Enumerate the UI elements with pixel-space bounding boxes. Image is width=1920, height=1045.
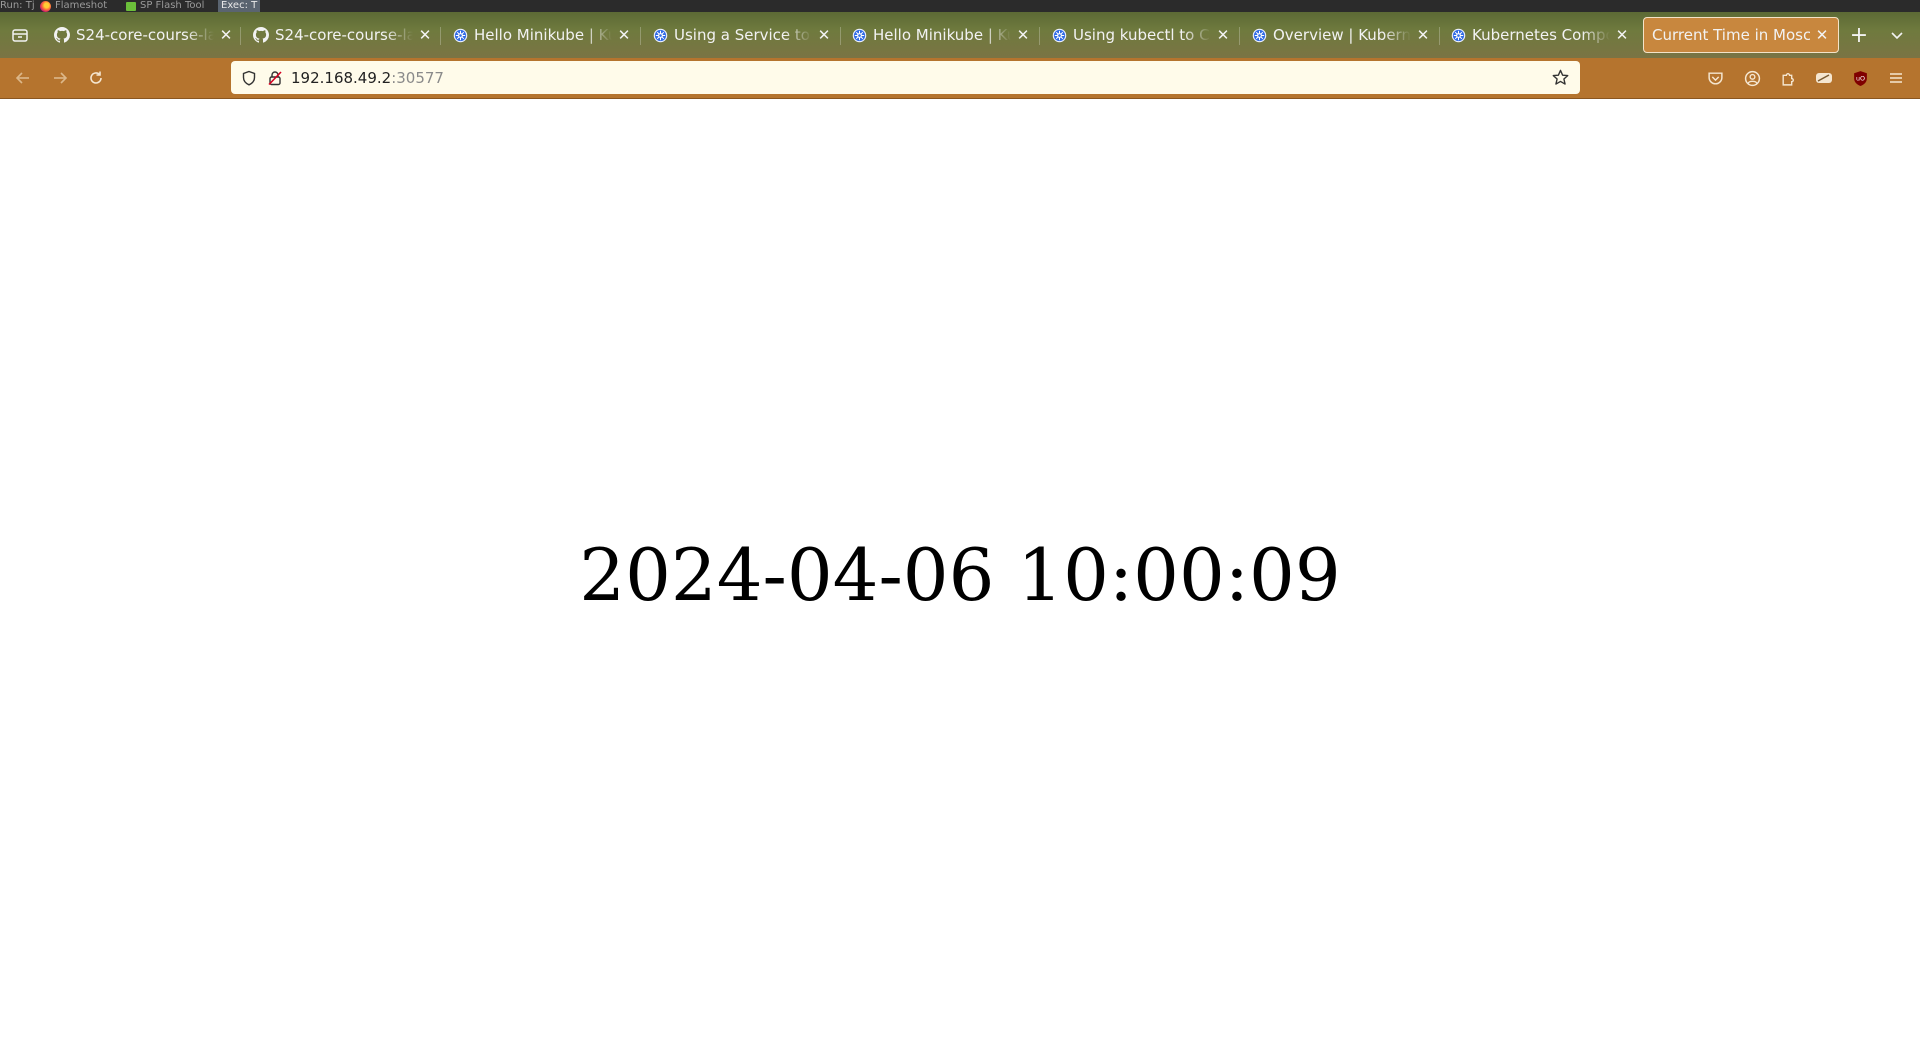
tab-separator: [1239, 27, 1240, 45]
kubernetes-icon: [851, 27, 867, 43]
taskbar-item-label: Run: Tj: [0, 0, 35, 11]
pocket-button[interactable]: [1703, 66, 1727, 90]
tab-title: Hello Minikube | Kubernetes: [873, 26, 1011, 44]
tab-close-icon[interactable]: ✕: [218, 26, 234, 44]
account-icon: [1744, 70, 1760, 86]
tab-separator: [640, 27, 641, 45]
reload-button[interactable]: [84, 66, 108, 90]
kubernetes-icon: [1051, 27, 1067, 43]
tab-separator: [1439, 27, 1440, 45]
sp-flash-tool-icon: [126, 1, 136, 11]
new-tab-button[interactable]: +: [1847, 22, 1871, 48]
page-content: 2024-04-06 10:00:09: [0, 99, 1920, 1045]
current-time-text: 2024-04-06 10:00:09: [579, 533, 1341, 617]
tab-hello-minikube-2[interactable]: Hello Minikube | Kubernetes ✕: [851, 17, 1031, 53]
extensions-button[interactable]: [1776, 66, 1800, 90]
kubernetes-icon: [1450, 27, 1466, 43]
account-button[interactable]: [1740, 66, 1764, 90]
tab-using-a-service[interactable]: Using a Service to Expose ✕: [652, 17, 832, 53]
url-port: :30577: [391, 68, 444, 87]
tab-strip: S24-core-course-labs ✕ S24-core-course-l…: [0, 12, 1920, 58]
tab-separator: [840, 27, 841, 45]
github-icon: [54, 27, 70, 43]
taskbar-item-label: Exec: T: [221, 0, 258, 11]
tab-close-icon[interactable]: ✕: [616, 26, 632, 44]
tab-using-kubectl[interactable]: Using kubectl to Create ✕: [1051, 17, 1231, 53]
forward-button[interactable]: [48, 66, 72, 90]
tab-close-icon[interactable]: ✕: [816, 26, 832, 44]
tab-current-time-in-moscow[interactable]: Current Time in Moscow ✕: [1643, 17, 1839, 53]
tab-close-icon[interactable]: ✕: [1415, 26, 1431, 44]
taskbar-item-label: SP Flash Tool: [140, 0, 205, 11]
tab-s24-core-course-labs-2[interactable]: S24-core-course-labs ✕: [253, 17, 433, 53]
tab-separator: [1039, 27, 1040, 45]
svg-text:uO: uO: [1855, 74, 1864, 82]
flameshot-icon: [40, 0, 51, 12]
shield-icon[interactable]: [239, 68, 259, 88]
app-menu-button[interactable]: [1884, 66, 1908, 90]
hamburger-menu-icon: [1890, 73, 1902, 83]
list-all-tabs-button[interactable]: [8, 23, 32, 47]
kubernetes-icon: [1251, 27, 1267, 43]
tab-close-icon[interactable]: ✕: [1215, 26, 1231, 44]
tab-title: Current Time in Moscow: [1652, 26, 1810, 44]
navigation-toolbar: 192.168.49.2:30577 uO: [0, 58, 1920, 99]
tab-s24-core-course-labs-1[interactable]: S24-core-course-labs ✕: [54, 17, 234, 53]
tab-separator: [440, 27, 441, 45]
tab-title: Using kubectl to Create: [1073, 26, 1211, 44]
tab-kubernetes-components[interactable]: Kubernetes Components ✕: [1450, 17, 1630, 53]
kubernetes-icon: [652, 27, 668, 43]
ublock-origin-button[interactable]: uO: [1848, 66, 1872, 90]
url-host: 192.168.49.2: [291, 68, 392, 87]
tab-close-icon[interactable]: ✕: [417, 26, 433, 44]
url-text[interactable]: 192.168.49.2:30577: [291, 69, 444, 87]
extension-button-1[interactable]: [1812, 66, 1836, 90]
taskbar-item-flameshot[interactable]: Flameshot: [40, 0, 107, 12]
reload-icon: [90, 71, 102, 84]
plus-icon: +: [1849, 22, 1869, 48]
extension-icon: [1816, 73, 1832, 83]
insecure-lock-icon[interactable]: [265, 68, 285, 88]
arrow-right-icon: [54, 72, 68, 84]
taskbar-item-exec[interactable]: Exec: T: [218, 0, 261, 12]
tab-title: S24-core-course-labs: [275, 26, 413, 44]
github-icon: [253, 27, 269, 43]
tab-close-icon[interactable]: ✕: [1814, 26, 1830, 44]
ublock-origin-icon: uO: [1853, 70, 1867, 86]
tab-hello-minikube-1[interactable]: Hello Minikube | Kubernetes ✕: [452, 17, 632, 53]
list-tabs-dropdown-button[interactable]: [1885, 23, 1909, 47]
taskbar-item-sp-flash-tool[interactable]: SP Flash Tool: [126, 0, 204, 12]
tab-close-icon[interactable]: ✕: [1614, 26, 1630, 44]
taskbar-item-label: Flameshot: [55, 0, 108, 11]
taskbar-item-run[interactable]: Run: Tj: [0, 0, 35, 12]
bookmark-star-icon[interactable]: [1550, 67, 1570, 87]
chevron-down-icon: [1891, 32, 1903, 40]
os-taskbar: Run: Tj Flameshot SP Flash Tool Exec: T: [0, 0, 1920, 12]
tab-close-icon[interactable]: ✕: [1015, 26, 1031, 44]
tab-title: Hello Minikube | Kubernetes: [474, 26, 612, 44]
tab-title: Kubernetes Components: [1472, 26, 1610, 44]
tab-title: Overview | Kubernetes: [1273, 26, 1411, 44]
tab-overview-icon: [12, 29, 28, 42]
address-bar[interactable]: 192.168.49.2:30577: [231, 61, 1580, 94]
back-button[interactable]: [11, 66, 35, 90]
puzzle-icon: [1781, 72, 1794, 86]
arrow-left-icon: [15, 72, 29, 84]
pocket-icon: [1707, 71, 1723, 85]
tab-title: Using a Service to Expose: [674, 26, 812, 44]
tab-title: S24-core-course-labs: [76, 26, 214, 44]
tab-separator: [240, 27, 241, 45]
kubernetes-icon: [452, 27, 468, 43]
tab-overview-kubernetes[interactable]: Overview | Kubernetes ✕: [1251, 17, 1431, 53]
